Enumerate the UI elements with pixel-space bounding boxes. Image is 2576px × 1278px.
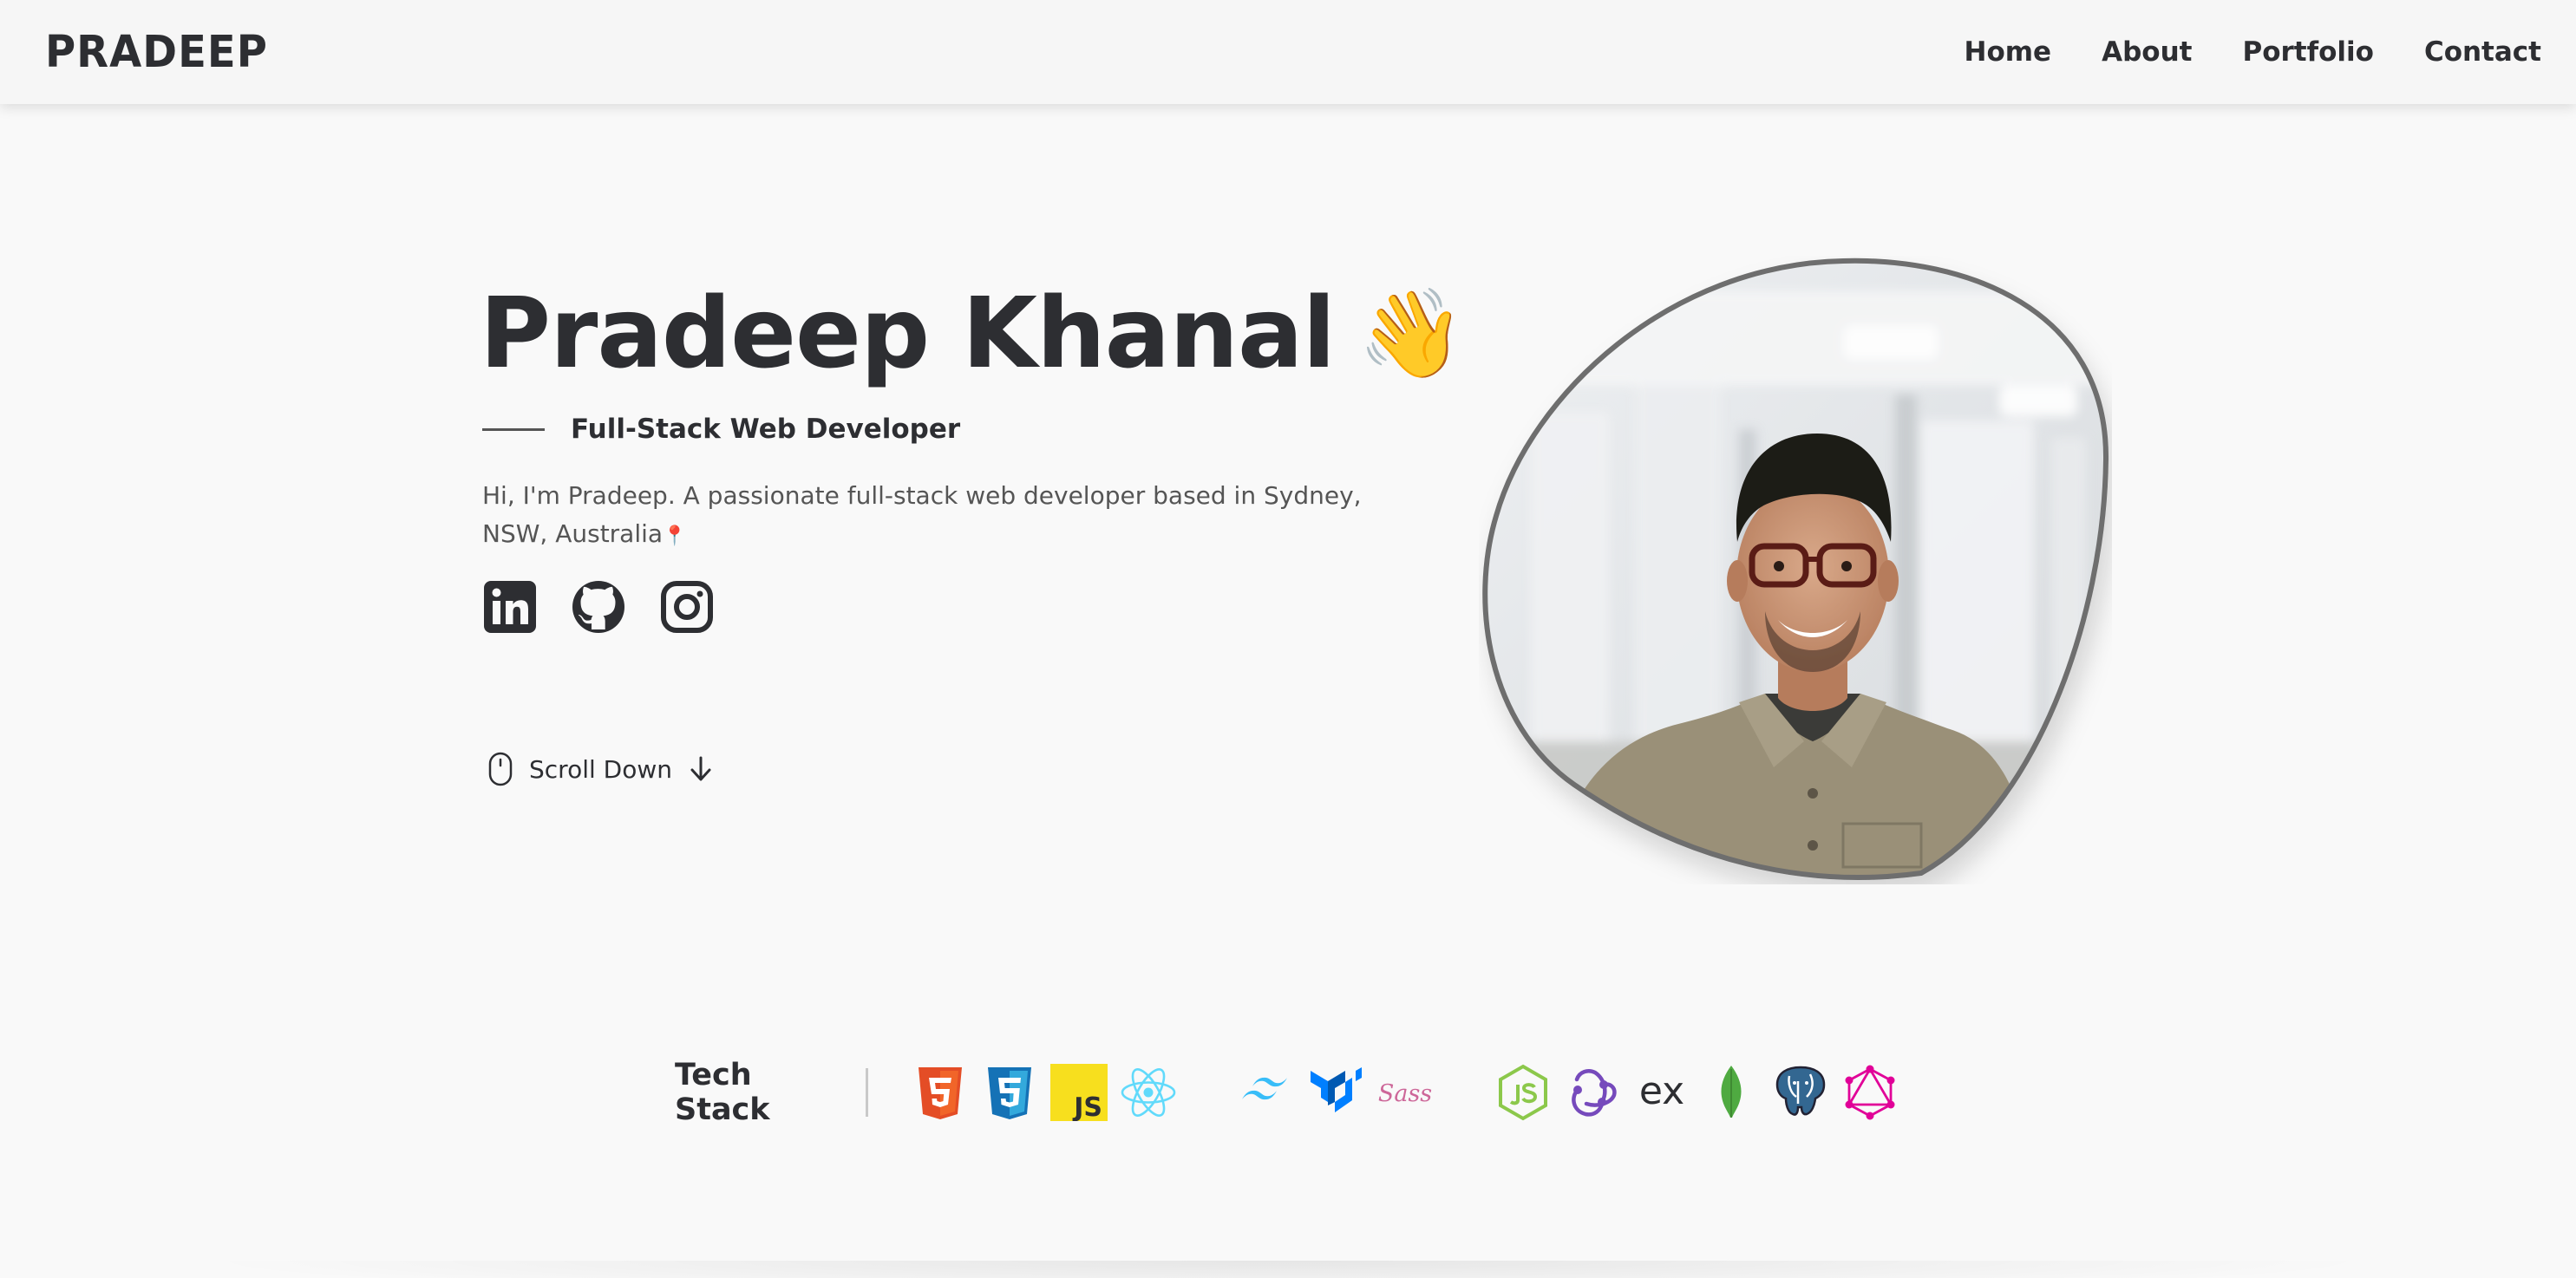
javascript-icon: JS [1050,1064,1108,1121]
role-text: Full-Stack Web Developer [571,414,961,445]
scroll-down-link[interactable]: Scroll Down [487,751,714,787]
social-links [482,579,715,635]
nav-home-link[interactable]: Home [1965,36,2052,68]
postgresql-icon [1775,1066,1826,1116]
nav-contact-link[interactable]: Contact [2424,36,2541,68]
waving-hand-icon: 👋 [1357,283,1466,385]
tech-icons: JS Sass ex [912,1064,1911,1121]
sass-label: Sass [1378,1080,1432,1107]
github-icon[interactable] [571,579,626,635]
sass-icon: Sass [1378,1080,1432,1107]
graphql-icon [1845,1065,1895,1120]
express-label: ex [1639,1069,1684,1113]
js-label: JS [1072,1092,1102,1121]
mongodb-icon [1721,1066,1742,1118]
instagram-icon[interactable] [659,579,715,635]
tech-stack-title: Tech Stack [675,1058,770,1127]
tech-stack-divider [866,1068,868,1117]
location-pin-icon: 📍 [663,525,687,547]
navbar: PRADEEP Home About Portfolio Contact [0,0,2576,104]
section-shadow [191,1261,2385,1278]
express-icon: ex [1639,1069,1684,1113]
site-logo[interactable]: PRADEEP [45,27,268,78]
bio-text: Hi, I'm Pradeep. A passionate full-stack… [482,481,1362,548]
linkedin-icon[interactable] [482,579,538,635]
redux-icon [1572,1069,1617,1117]
react-icon [1121,1068,1176,1117]
nav-about-link[interactable]: About [2102,36,2192,68]
html5-icon [919,1067,962,1119]
arrow-down-icon [690,756,711,781]
css3-icon [988,1067,1031,1119]
hero-name: Pradeep Khanal [480,277,1336,390]
mui-icon [1311,1067,1362,1112]
main-nav: Home About Portfolio Contact [1965,36,2541,68]
mouse-icon [488,752,513,786]
tailwind-icon [1242,1077,1287,1100]
nodejs-icon [1499,1064,1547,1121]
hero-bio: Hi, I'm Pradeep. A passionate full-stack… [482,477,1367,556]
scroll-down-label: Scroll Down [529,754,672,784]
hero-role: Full-Stack Web Developer [482,414,960,445]
nav-portfolio-link[interactable]: Portfolio [2242,36,2373,68]
profile-photo [1482,258,2109,880]
role-divider-line [482,427,545,431]
tech-stack: Tech Stack JS Sass ex [675,1058,1911,1127]
hero-heading: Pradeep Khanal 👋 [480,276,1466,392]
